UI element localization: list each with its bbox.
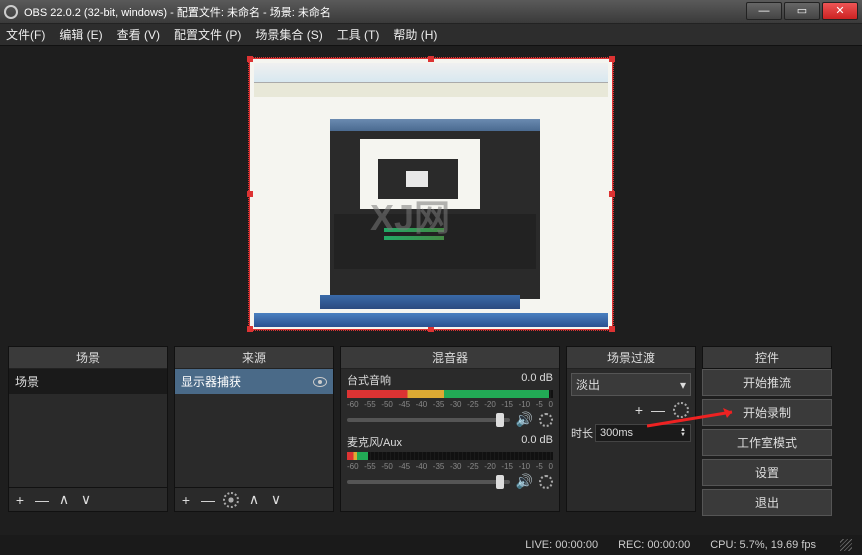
mixer-channel: 台式音响 0.0 dB -60-55-50-45-40-35-30-25-20-… — [341, 369, 559, 431]
start-streaming-button[interactable]: 开始推流 — [702, 369, 832, 396]
menu-help[interactable]: 帮助 (H) — [393, 26, 437, 43]
sources-header: 来源 — [175, 347, 333, 369]
channel-label: 麦克风/Aux — [347, 434, 402, 450]
resize-handle[interactable] — [609, 326, 615, 332]
status-live: LIVE: 00:00:00 — [525, 539, 598, 551]
watermark: XJ网 — [370, 189, 450, 241]
status-bar: LIVE: 00:00:00 REC: 00:00:00 CPU: 5.7%, … — [0, 535, 862, 555]
resize-handle[interactable] — [247, 191, 253, 197]
resize-handle[interactable] — [609, 56, 615, 62]
resize-handle[interactable] — [609, 191, 615, 197]
status-rec: REC: 00:00:00 — [618, 539, 690, 551]
source-settings-button[interactable] — [223, 492, 239, 508]
gear-icon[interactable] — [539, 475, 553, 489]
scenes-header: 场景 — [9, 347, 167, 369]
controls-header: 控件 — [702, 346, 832, 369]
scene-item[interactable]: 场景 — [9, 369, 167, 394]
spinner-buttons[interactable]: ▲▼ — [680, 428, 686, 438]
add-transition-button[interactable]: + — [635, 402, 643, 418]
window-buttons: — ▭ ✕ — [746, 2, 858, 20]
gear-icon[interactable] — [539, 413, 553, 427]
channel-db: 0.0 dB — [521, 434, 553, 450]
studio-mode-button[interactable]: 工作室模式 — [702, 429, 832, 456]
menu-edit[interactable]: 编辑 (E) — [59, 26, 102, 43]
transitions-header: 场景过渡 — [567, 347, 695, 369]
speaker-icon[interactable]: 🔊 — [516, 473, 533, 490]
add-scene-button[interactable]: + — [13, 492, 27, 508]
channel-label: 台式音响 — [347, 372, 391, 388]
remove-scene-button[interactable]: — — [35, 492, 49, 508]
exit-button[interactable]: 退出 — [702, 489, 832, 516]
panels-row: 场景 场景 + — ∧ ∨ 来源 显示器捕获 + — ∧ ∨ 混音器 — [0, 342, 862, 512]
vu-ticks: -60-55-50-45-40-35-30-25-20-15-10-50 — [347, 462, 553, 471]
speaker-icon[interactable]: 🔊 — [516, 411, 533, 428]
menu-file[interactable]: 文件(F) — [6, 26, 45, 43]
menu-profile[interactable]: 配置文件 (P) — [174, 26, 241, 43]
chevron-down-icon: ▾ — [680, 378, 686, 392]
resize-grip[interactable] — [840, 539, 852, 551]
preview-content — [320, 295, 520, 309]
window-title: OBS 22.0.2 (32-bit, windows) - 配置文件: 未命名… — [24, 4, 746, 20]
channel-db: 0.0 dB — [521, 372, 553, 388]
transition-selected: 淡出 — [576, 376, 600, 393]
source-label: 显示器捕获 — [181, 373, 241, 390]
mixer-body: 台式音响 0.0 dB -60-55-50-45-40-35-30-25-20-… — [341, 369, 559, 511]
volume-slider[interactable] — [347, 418, 510, 422]
duration-input[interactable]: 300ms ▲▼ — [595, 424, 691, 442]
preview-content — [254, 313, 608, 327]
source-item[interactable]: 显示器捕获 — [175, 369, 333, 394]
maximize-button[interactable]: ▭ — [784, 2, 820, 20]
resize-handle[interactable] — [428, 56, 434, 62]
status-cpu: CPU: 5.7%, 19.69 fps — [710, 539, 816, 551]
preview-content — [254, 83, 608, 97]
preview-canvas[interactable]: XJ网 — [249, 58, 613, 330]
resize-handle[interactable] — [247, 326, 253, 332]
minimize-button[interactable]: — — [746, 2, 782, 20]
preview-content — [254, 63, 608, 83]
start-recording-button[interactable]: 开始录制 — [702, 399, 832, 426]
sources-panel: 来源 显示器捕获 + — ∧ ∨ — [174, 346, 334, 512]
scenes-toolbar: + — ∧ ∨ — [9, 487, 167, 511]
resize-handle[interactable] — [247, 56, 253, 62]
gear-icon[interactable] — [673, 402, 689, 418]
menu-tools[interactable]: 工具 (T) — [337, 26, 380, 43]
transitions-panel: 场景过渡 淡出 ▾ + — 时长 300ms ▲▼ — [566, 346, 696, 512]
vu-meter — [347, 452, 553, 460]
sources-list[interactable]: 显示器捕获 — [175, 369, 333, 487]
vu-meter — [347, 390, 553, 398]
obs-icon — [4, 5, 18, 19]
menu-view[interactable]: 查看 (V) — [117, 26, 160, 43]
transition-select[interactable]: 淡出 ▾ — [571, 373, 691, 396]
add-source-button[interactable]: + — [179, 492, 193, 508]
preview-area[interactable]: XJ网 — [0, 46, 862, 342]
sources-toolbar: + — ∧ ∨ — [175, 487, 333, 511]
scene-down-button[interactable]: ∨ — [79, 491, 93, 508]
scenes-list[interactable]: 场景 — [9, 369, 167, 487]
duration-label: 时长 — [571, 425, 593, 441]
scenes-panel: 场景 场景 + — ∧ ∨ — [8, 346, 168, 512]
title-bar: OBS 22.0.2 (32-bit, windows) - 配置文件: 未命名… — [0, 0, 862, 24]
mixer-channel: 麦克风/Aux 0.0 dB -60-55-50-45-40-35-30-25-… — [341, 431, 559, 493]
transitions-body: 淡出 ▾ + — 时长 300ms ▲▼ — [567, 369, 695, 446]
close-button[interactable]: ✕ — [822, 2, 858, 20]
source-up-button[interactable]: ∧ — [247, 491, 261, 508]
visibility-icon[interactable] — [313, 377, 327, 387]
controls-panel: 控件 开始推流 开始录制 工作室模式 设置 退出 — [702, 346, 832, 512]
duration-value: 300ms — [600, 427, 633, 439]
source-down-button[interactable]: ∨ — [269, 491, 283, 508]
volume-slider[interactable] — [347, 480, 510, 484]
remove-transition-button[interactable]: — — [651, 402, 665, 418]
mixer-panel: 混音器 台式音响 0.0 dB -60-55-50-45-40-35-30-25… — [340, 346, 560, 512]
remove-source-button[interactable]: — — [201, 492, 215, 508]
menu-scene-collection[interactable]: 场景集合 (S) — [255, 26, 322, 43]
menu-bar: 文件(F) 编辑 (E) 查看 (V) 配置文件 (P) 场景集合 (S) 工具… — [0, 24, 862, 46]
settings-button[interactable]: 设置 — [702, 459, 832, 486]
scene-up-button[interactable]: ∧ — [57, 491, 71, 508]
mixer-header: 混音器 — [341, 347, 559, 369]
vu-ticks: -60-55-50-45-40-35-30-25-20-15-10-50 — [347, 400, 553, 409]
